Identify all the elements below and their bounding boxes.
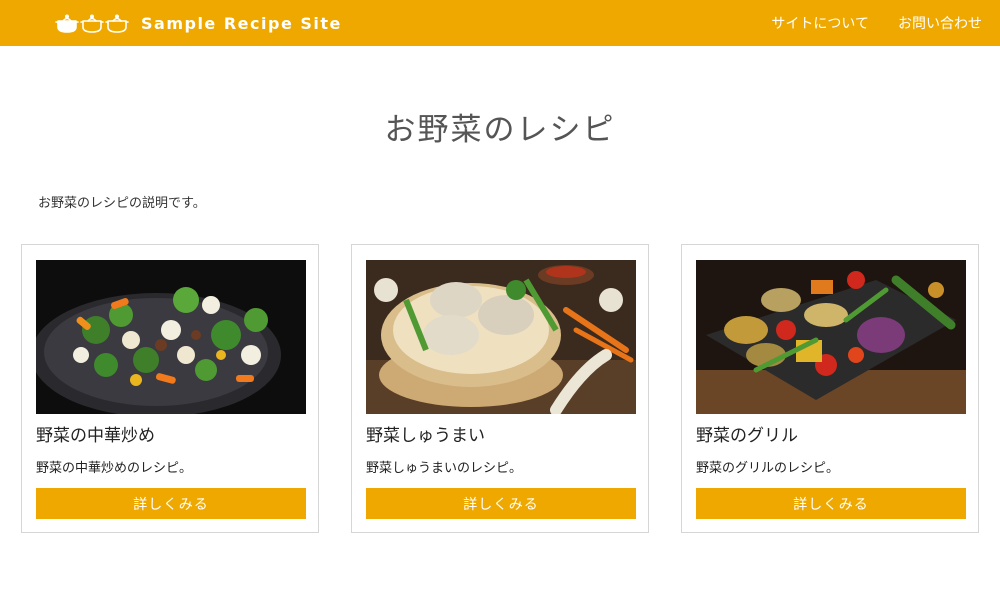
recipe-card-title: 野菜しゅうまい bbox=[366, 426, 485, 446]
global-nav: サイトについて お問い合わせ bbox=[771, 13, 982, 33]
recipe-card-title: 野菜のグリル bbox=[696, 426, 798, 446]
grilled-vegetables-photo[interactable] bbox=[696, 260, 966, 414]
nav-link-contact[interactable]: お問い合わせ bbox=[898, 13, 982, 33]
page-description: お野菜のレシピの説明です。 bbox=[38, 196, 206, 211]
recipe-card: 野菜しゅうまい 野菜しゅうまいのレシピ。 詳しくみる bbox=[351, 244, 649, 533]
recipe-card-text: 野菜の中華炒めのレシピ。 bbox=[36, 461, 193, 476]
recipe-card-text: 野菜のグリルのレシピ。 bbox=[696, 461, 840, 476]
vegetable-stir-fry-photo[interactable] bbox=[36, 260, 306, 414]
page-title: お野菜のレシピ bbox=[384, 112, 616, 148]
see-more-button[interactable]: 詳しくみる bbox=[696, 488, 966, 519]
cooking-pots-icon bbox=[55, 14, 129, 33]
recipe-card: 野菜の中華炒め 野菜の中華炒めのレシピ。 詳しくみる bbox=[21, 244, 319, 533]
nav-link-about[interactable]: サイトについて bbox=[771, 13, 869, 33]
vegetable-shumai-photo[interactable] bbox=[366, 260, 636, 414]
see-more-button[interactable]: 詳しくみる bbox=[36, 488, 306, 519]
site-logo[interactable]: Sample Recipe Site bbox=[55, 12, 342, 34]
site-header: Sample Recipe Site サイトについて お問い合わせ bbox=[0, 0, 1000, 46]
see-more-button[interactable]: 詳しくみる bbox=[366, 488, 636, 519]
site-name: Sample Recipe Site bbox=[141, 13, 342, 33]
recipe-card-text: 野菜しゅうまいのレシピ。 bbox=[366, 461, 523, 476]
recipe-card-title: 野菜の中華炒め bbox=[36, 426, 155, 446]
recipe-card: 野菜のグリル 野菜のグリルのレシピ。 詳しくみる bbox=[681, 244, 979, 533]
